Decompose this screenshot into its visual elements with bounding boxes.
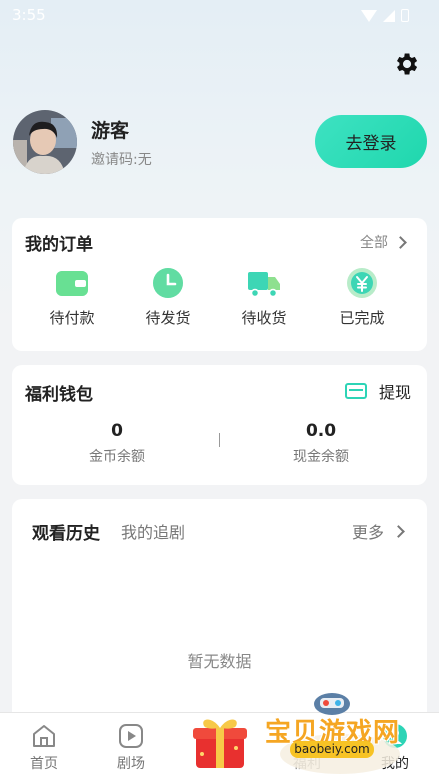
orders-all-link[interactable]: 全部 [360,232,407,252]
settings-gear-icon[interactable] [392,50,420,78]
yuan-check-icon [345,266,379,300]
wifi-icon [361,9,377,22]
watermark-url: baobeiy.com [290,741,374,758]
history-more-link[interactable]: 更多 [351,519,405,543]
orders-card: 我的订单 全部 待付款 待发货 待收货 已完成 [12,218,427,351]
status-time: 3:55 [12,6,46,24]
cash-balance-label: 现金余额 [293,449,349,465]
cash-balance[interactable]: 0.0 现金余额 [246,421,396,466]
tab-my-follows[interactable]: 我的追剧 [121,519,185,543]
order-pending-receipt[interactable]: 待收货 [224,266,304,328]
battery-icon [401,9,409,22]
tab-watch-history[interactable]: 观看历史 [32,519,100,544]
signal-icon [383,9,395,22]
order-pending-payment-label: 待付款 [49,309,95,327]
order-pending-shipment-label: 待发货 [145,309,191,327]
order-completed[interactable]: 已完成 [322,266,402,328]
empty-state-text: 暂无数据 [187,652,252,671]
nav-home[interactable]: 首页 [14,723,74,773]
wallet-title: 福利钱包 [25,385,93,405]
truck-icon [247,266,281,300]
profile-name: 游客 [91,120,130,142]
orders-title: 我的订单 [25,235,93,255]
wallet-card: 福利钱包 提现 0 金币余额 0.0 现金余额 [12,365,427,485]
login-button[interactable]: 去登录 [315,115,427,168]
nav-theater-label: 剧场 [117,756,145,772]
wallet-icon [55,266,89,300]
coin-balance-label: 金币余额 [89,449,145,465]
clock-icon [151,266,185,300]
credit-card-icon [345,383,367,399]
gift-icon[interactable] [190,712,250,772]
nav-home-label: 首页 [30,756,58,772]
withdraw-button[interactable]: 提现 [345,379,411,403]
withdraw-label: 提现 [379,383,412,402]
wallet-divider [219,433,220,447]
nav-theater[interactable]: 剧场 [101,723,161,773]
system-icons [361,9,409,22]
order-pending-shipment[interactable]: 待发货 [128,266,208,328]
avatar[interactable] [13,110,77,174]
chevron-right-icon [394,235,407,249]
chevron-right-icon [392,524,405,538]
history-more-label: 更多 [351,523,384,542]
orders-all-label: 全部 [360,235,388,251]
cash-balance-value: 0.0 [305,421,337,441]
invite-code: 邀请码:无 [91,152,152,168]
order-pending-payment[interactable]: 待付款 [32,266,112,328]
home-icon [31,723,57,749]
coin-balance[interactable]: 0 金币余额 [42,421,192,466]
order-pending-receipt-label: 待收货 [241,309,287,327]
status-bar: 3:55 [0,0,439,30]
order-completed-label: 已完成 [339,309,385,327]
coin-balance-value: 0 [111,421,123,441]
play-icon [118,723,144,749]
